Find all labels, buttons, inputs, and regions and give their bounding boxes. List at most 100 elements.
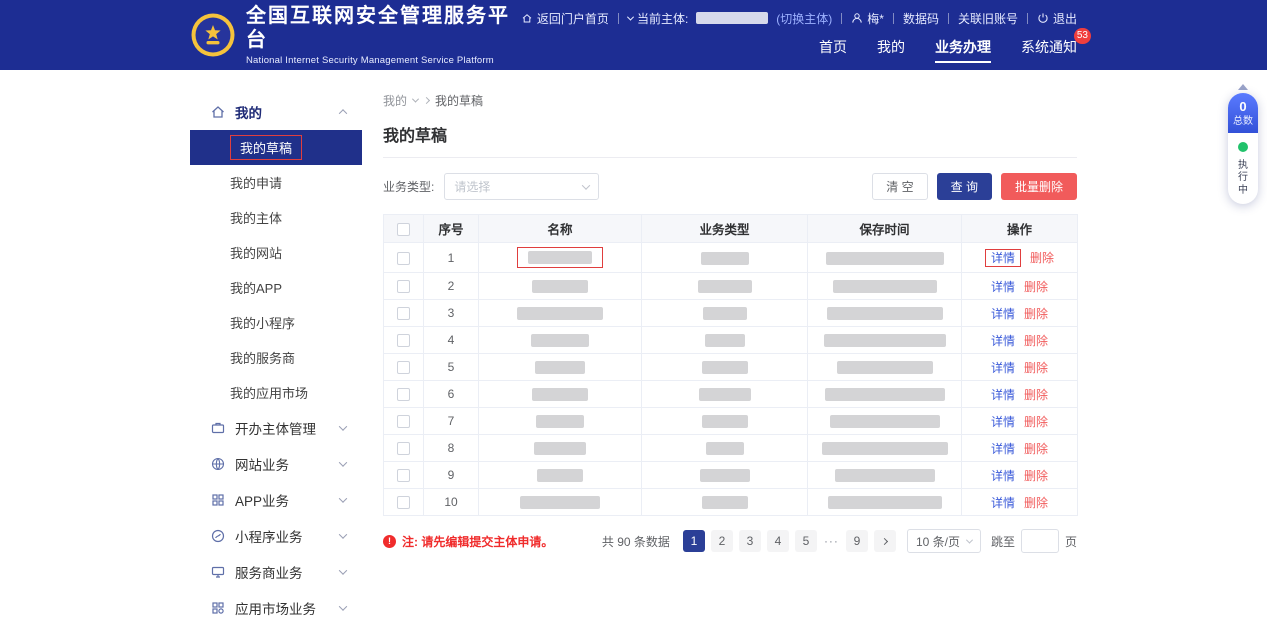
batch-delete-button[interactable]: 批量删除 — [1001, 173, 1077, 200]
task-status-widget[interactable]: 0 总数 执行中 — [1228, 84, 1258, 204]
nav-mine[interactable]: 我的 — [877, 37, 905, 63]
breadcrumb-level1[interactable]: 我的 — [383, 92, 407, 109]
current-subject[interactable]: 当前主体: (切换主体) — [628, 10, 832, 27]
sidebar-item-my-app-markets[interactable]: 我的应用市场 — [190, 375, 362, 410]
row-checkbox[interactable] — [397, 469, 410, 482]
chevron-down-icon — [339, 602, 347, 610]
detail-link[interactable]: 详情 — [991, 496, 1015, 510]
sidebar-item-my-subjects[interactable]: 我的主体 — [190, 200, 362, 235]
detail-link[interactable]: 详情 — [991, 442, 1015, 456]
sidebar-item-my-websites[interactable]: 我的网站 — [190, 235, 362, 270]
row-checkbox[interactable] — [397, 361, 410, 374]
page-ellipsis[interactable]: ··· — [824, 534, 839, 548]
page-button-1[interactable]: 1 — [683, 530, 705, 552]
sidebar-section-app-business[interactable]: APP业务 — [190, 482, 362, 518]
switch-subject-link[interactable]: (切换主体) — [776, 10, 832, 27]
search-button[interactable]: 查 询 — [937, 173, 992, 200]
next-page-button[interactable] — [874, 530, 896, 552]
detail-link[interactable]: 详情 — [991, 415, 1015, 429]
row-checkbox[interactable] — [397, 252, 410, 265]
sidebar-section-market-business[interactable]: 应用市场业务 — [190, 590, 362, 626]
sidebar-section-my[interactable]: 我的 — [190, 94, 362, 130]
redacted-type — [703, 307, 747, 320]
jump-unit: 页 — [1065, 533, 1077, 550]
redacted-type — [701, 252, 749, 265]
redacted-time — [833, 280, 937, 293]
page-size-select[interactable]: 10 条/页 — [907, 529, 981, 553]
chevron-right-icon — [423, 97, 430, 104]
col-header-saved-time: 保存时间 — [808, 215, 962, 243]
sidebar-item-my-applications[interactable]: 我的申请 — [190, 165, 362, 200]
home-icon — [521, 12, 533, 24]
detail-link[interactable]: 详情 — [985, 249, 1021, 267]
page-button-3[interactable]: 3 — [739, 530, 761, 552]
chevron-down-icon — [339, 458, 347, 466]
row-checkbox[interactable] — [397, 388, 410, 401]
delete-link[interactable]: 删除 — [1030, 251, 1054, 265]
redacted-time — [826, 252, 944, 265]
sidebar-item-my-drafts[interactable]: 我的草稿 — [190, 130, 362, 165]
detail-link[interactable]: 详情 — [991, 307, 1015, 321]
redacted-time — [824, 334, 946, 347]
sidebar-item-my-apps[interactable]: 我的APP — [190, 270, 362, 305]
page-button-5[interactable]: 5 — [795, 530, 817, 552]
delete-link[interactable]: 删除 — [1024, 442, 1048, 456]
table-row: 3 详情删除 — [384, 300, 1078, 327]
collapse-arrow-icon[interactable] — [1238, 84, 1248, 90]
separator — [618, 13, 619, 24]
separator — [893, 13, 894, 24]
data-code-link[interactable]: 数据码 — [903, 10, 939, 27]
delete-link[interactable]: 删除 — [1024, 388, 1048, 402]
row-checkbox[interactable] — [397, 280, 410, 293]
nav-notifications[interactable]: 系统通知 53 — [1021, 37, 1077, 63]
nav-home[interactable]: 首页 — [819, 37, 847, 63]
delete-link[interactable]: 删除 — [1024, 496, 1048, 510]
detail-link[interactable]: 详情 — [991, 280, 1015, 294]
jump-page-input[interactable] — [1021, 529, 1059, 553]
detail-link[interactable]: 详情 — [991, 469, 1015, 483]
delete-link[interactable]: 删除 — [1024, 280, 1048, 294]
delete-link[interactable]: 删除 — [1024, 307, 1048, 321]
return-portal-link[interactable]: 返回门户首页 — [521, 10, 609, 27]
chevron-down-icon — [339, 566, 347, 574]
sidebar-section-website-business[interactable]: 网站业务 — [190, 446, 362, 482]
row-checkbox[interactable] — [397, 307, 410, 320]
sidebar-section-miniprogram-business[interactable]: 小程序业务 — [190, 518, 362, 554]
page-button-2[interactable]: 2 — [711, 530, 733, 552]
redacted-type — [699, 388, 751, 401]
app-market-icon — [210, 600, 226, 616]
redacted-time — [827, 307, 943, 320]
sidebar-section-provider-business[interactable]: 服务商业务 — [190, 554, 362, 590]
detail-link[interactable]: 详情 — [991, 334, 1015, 348]
page-button-9[interactable]: 9 — [846, 530, 868, 552]
link-old-account[interactable]: 关联旧账号 — [958, 10, 1018, 27]
delete-link[interactable]: 删除 — [1024, 361, 1048, 375]
sidebar-section-subject-management[interactable]: 开办主体管理 — [190, 410, 362, 446]
brand-text: 全国互联网安全管理服务平台 National Internet Security… — [246, 4, 521, 66]
col-header-actions: 操作 — [962, 215, 1078, 243]
business-type-select[interactable]: 请选择 — [444, 173, 599, 200]
pagination: 共 90 条数据 1 2 3 4 5 ··· 9 10 条/页 跳至 — [602, 529, 1077, 553]
sidebar-item-my-providers[interactable]: 我的服务商 — [190, 340, 362, 375]
delete-link[interactable]: 删除 — [1024, 469, 1048, 483]
row-checkbox[interactable] — [397, 496, 410, 509]
redacted-name — [535, 361, 585, 374]
user-menu[interactable]: 梅* — [851, 10, 884, 27]
delete-link[interactable]: 删除 — [1024, 334, 1048, 348]
row-checkbox[interactable] — [397, 442, 410, 455]
redacted-time — [822, 442, 948, 455]
nav-business[interactable]: 业务办理 — [935, 37, 991, 63]
delete-link[interactable]: 删除 — [1024, 415, 1048, 429]
page-button-4[interactable]: 4 — [767, 530, 789, 552]
select-all-checkbox[interactable] — [397, 223, 410, 236]
sidebar-item-my-miniprograms[interactable]: 我的小程序 — [190, 305, 362, 340]
table-row: 7 详情删除 — [384, 408, 1078, 435]
clear-button[interactable]: 清 空 — [872, 173, 927, 200]
row-checkbox[interactable] — [397, 415, 410, 428]
detail-link[interactable]: 详情 — [991, 361, 1015, 375]
row-index: 5 — [424, 354, 479, 381]
table-row: 6 详情删除 — [384, 381, 1078, 408]
row-checkbox[interactable] — [397, 334, 410, 347]
detail-link[interactable]: 详情 — [991, 388, 1015, 402]
logout-link[interactable]: 退出 — [1037, 10, 1077, 27]
